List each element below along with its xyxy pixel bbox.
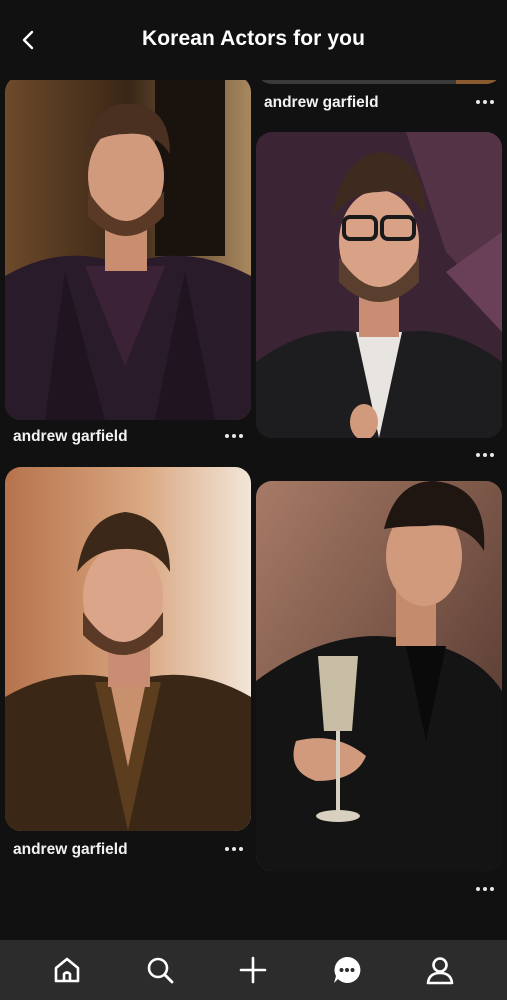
- pin-caption[interactable]: andrew garfield: [13, 841, 128, 859]
- messages-icon: [333, 956, 361, 983]
- pin-more-button[interactable]: [471, 93, 499, 111]
- tab-profile[interactable]: [420, 950, 460, 990]
- more-dots-icon: [476, 453, 480, 457]
- tab-create[interactable]: [233, 950, 273, 990]
- bottom-tab-bar: [0, 940, 507, 1000]
- top-bar: Korean Actors for you: [0, 0, 507, 80]
- tab-messages[interactable]: [327, 950, 367, 990]
- pin-more-button[interactable]: [220, 427, 248, 445]
- pin-caption[interactable]: andrew garfield: [264, 94, 379, 112]
- home-icon: [54, 957, 79, 983]
- page-title: Korean Actors for you: [141, 27, 366, 50]
- pin-caption[interactable]: andrew garfield: [13, 428, 128, 446]
- tab-home[interactable]: [47, 950, 87, 990]
- pin-image[interactable]: [5, 76, 251, 420]
- pin-image[interactable]: [5, 467, 251, 831]
- pin-more-button[interactable]: [220, 840, 248, 858]
- pin-more-button[interactable]: [471, 880, 499, 898]
- pin-image[interactable]: [256, 481, 502, 871]
- search-icon: [147, 957, 174, 984]
- more-dots-icon: [225, 847, 229, 851]
- tab-search[interactable]: [140, 950, 180, 990]
- more-dots-icon: [225, 434, 229, 438]
- more-dots-icon: [476, 887, 480, 891]
- pin-image[interactable]: [256, 132, 502, 438]
- pin-more-button[interactable]: [471, 446, 499, 464]
- create-plus-icon: [240, 956, 267, 984]
- more-dots-icon: [476, 100, 480, 104]
- profile-icon: [426, 957, 454, 985]
